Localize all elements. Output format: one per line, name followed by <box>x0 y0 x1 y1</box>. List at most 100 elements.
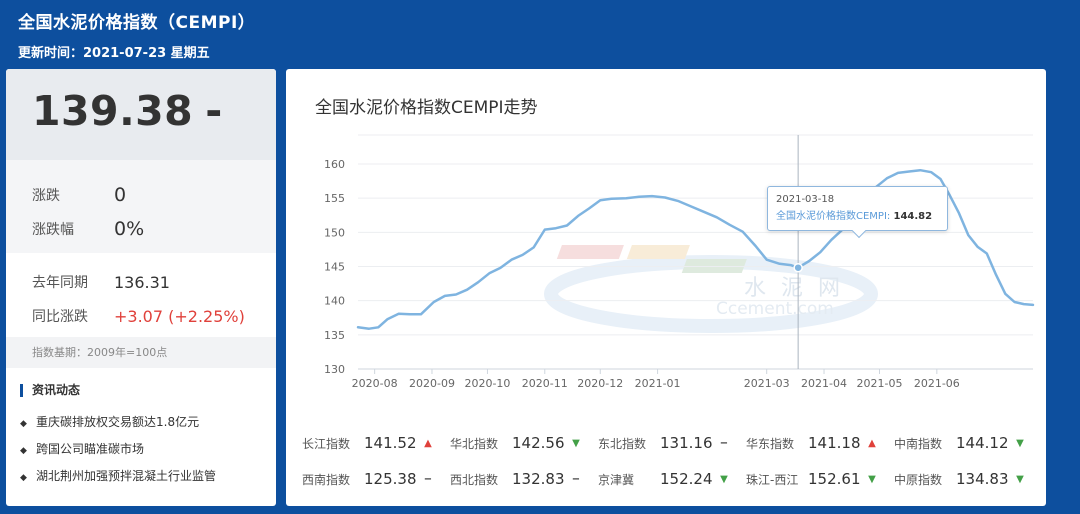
x-tick-label: 2021-06 <box>914 377 960 390</box>
region-value: 131.16 <box>660 434 713 452</box>
y-tick-label: 130 <box>324 363 345 376</box>
x-tick-label: 2021-01 <box>635 377 681 390</box>
chart-grid <box>358 134 1033 370</box>
hover-point[interactable] <box>793 262 803 273</box>
region-north[interactable]: 华北指数 142.56 ▼ <box>450 434 598 452</box>
tooltip-line: 全国水泥价格指数CEMPI: 144.82 <box>776 211 933 222</box>
news-list: ◆ 重庆碳排放权交易额达1.8亿元 ◆ 跨国公司瞄准碳市场 ◆ 湖北荆州加强预拌混凝土… <box>20 409 276 490</box>
base-note: 指数基期：2009年=100点 <box>6 337 276 368</box>
line-chart[interactable]: 水 泥 网 Ccement.com 130135140145150155160 … <box>286 69 1046 425</box>
trend-icon: − <box>423 473 433 485</box>
watermark-logo: 水 泥 网 Ccement.com <box>544 245 878 333</box>
news-item[interactable]: ◆ 湖北荆州加强预拌混凝土行业监管 <box>20 463 276 490</box>
region-northeast[interactable]: 东北指数 131.16− <box>598 434 746 452</box>
x-tick-label: 2021-03 <box>744 377 790 390</box>
region-central-south[interactable]: 中南指数 144.12 ▼ <box>894 434 1042 452</box>
region-value: 152.61 <box>808 470 861 488</box>
change-row: 涨跌 0 <box>6 178 276 212</box>
trend-icon: ▼ <box>1016 473 1024 485</box>
region-name: 西南指数 <box>302 472 351 487</box>
trend-icon: ▼ <box>720 473 728 485</box>
regional-row: 西南指数 125.38− 西北指数 132.83− 京津冀 152.24 ▼ 珠江-西江… <box>302 461 1042 497</box>
region-central-plains[interactable]: 中原指数 134.83 ▼ <box>894 470 1042 488</box>
current-index: 139.38- <box>32 87 276 135</box>
change-pct-label: 涨跌幅 <box>32 222 74 238</box>
yoy-box: 去年同期 136.31 同比涨跌 +3.07 (+2.25%) <box>6 253 276 337</box>
news-item-text: 跨国公司瞄准碳市场 <box>36 442 145 456</box>
region-value: 152.24 <box>660 470 713 488</box>
region-pearl-xijiang[interactable]: 珠江-西江 152.61 ▼ <box>746 470 894 488</box>
last-year-label: 去年同期 <box>32 275 88 291</box>
region-value: 134.83 <box>956 470 1009 488</box>
page-header: 全国水泥价格指数（CEMPI） 更新时间：2021-07-23 星期五 <box>18 8 255 61</box>
trend-icon: − <box>719 437 729 449</box>
trend-icon: ▼ <box>572 437 580 449</box>
change-value: 0 <box>114 184 127 206</box>
chart-tooltip: 2021-03-18 全国水泥价格指数CEMPI: 144.82 <box>767 186 948 231</box>
region-name: 长江指数 <box>302 436 351 451</box>
x-tick-label: 2021-04 <box>801 377 847 390</box>
y-tick-label: 155 <box>324 192 345 205</box>
trend-icon: ▼ <box>868 473 876 485</box>
summary-panel: 139.38- 涨跌 0 涨跌幅 0% 去年同期 136.31 同比涨跌 +3.… <box>6 69 276 506</box>
trend-icon: ▲ <box>424 437 432 449</box>
x-axis: 2020-08 2020-09 2020-10 2020-11 2020-12 2021-… <box>352 368 1033 390</box>
yoy-pct: (+2.25%) <box>168 306 245 326</box>
last-year-value: 136.31 <box>114 272 170 292</box>
yoy-value-group: +3.07 (+2.25%) <box>114 307 245 326</box>
region-value: 141.52 <box>364 434 417 452</box>
change-pct-value: 0% <box>114 218 145 240</box>
last-year-row: 去年同期 136.31 <box>6 265 276 299</box>
diamond-bullet-icon: ◆ <box>20 446 27 456</box>
tooltip-date: 2021-03-18 <box>776 194 835 205</box>
diamond-bullet-icon: ◆ <box>20 473 27 483</box>
watermark-cn: 水 泥 网 <box>744 276 844 301</box>
region-name: 东北指数 <box>598 436 647 451</box>
trend-icon: − <box>571 473 581 485</box>
flat-indicator: - <box>205 87 223 135</box>
news-section: 资讯动态 ◆ 重庆碳排放权交易额达1.8亿元 ◆ 跨国公司瞄准碳市场 ◆ 湖北荆州加强… <box>6 368 276 490</box>
region-name: 京津冀 <box>598 472 635 487</box>
yoy-label: 同比涨跌 <box>32 309 88 325</box>
price-box: 139.38- <box>6 69 276 160</box>
x-tick-label: 2020-09 <box>409 377 455 390</box>
page-title: 全国水泥价格指数（CEMPI） <box>18 13 256 33</box>
y-tick-label: 145 <box>324 261 345 274</box>
y-tick-label: 150 <box>324 226 345 239</box>
region-jingjinji[interactable]: 京津冀 152.24 ▼ <box>598 470 746 488</box>
y-tick-label: 140 <box>324 295 345 308</box>
yoy-row: 同比涨跌 +3.07 (+2.25%) <box>6 299 276 333</box>
y-tick-label: 160 <box>324 158 345 171</box>
news-item[interactable]: ◆ 重庆碳排放权交易额达1.8亿元 <box>20 409 276 436</box>
region-southwest[interactable]: 西南指数 125.38− <box>302 470 450 488</box>
yoy-value: +3.07 <box>114 306 164 326</box>
regional-row: 长江指数 141.52 ▲ 华北指数 142.56 ▼ 东北指数 131.16− 华东指数… <box>302 425 1042 461</box>
news-title: 资讯动态 <box>20 384 276 397</box>
region-name: 华北指数 <box>450 436 499 451</box>
region-east[interactable]: 华东指数 141.18 ▲ <box>746 434 894 452</box>
region-yangtze[interactable]: 长江指数 141.52 ▲ <box>302 434 450 452</box>
news-item-text: 重庆碳排放权交易额达1.8亿元 <box>36 415 200 429</box>
trend-icon: ▲ <box>868 437 876 449</box>
y-tick-label: 135 <box>324 329 345 342</box>
x-tick-label: 2020-10 <box>464 377 510 390</box>
diamond-bullet-icon: ◆ <box>20 419 27 429</box>
news-item-text: 湖北荆州加强预拌混凝土行业监管 <box>36 469 217 483</box>
region-name: 珠江-西江 <box>746 472 799 487</box>
x-tick-label: 2021-05 <box>857 377 903 390</box>
y-axis: 130 135 140 145 150 155 160 <box>324 158 345 376</box>
regional-index-grid: 长江指数 141.52 ▲ 华北指数 142.56 ▼ 东北指数 131.16− 华东指数… <box>302 425 1042 497</box>
region-value: 142.56 <box>512 434 565 452</box>
x-tick-label: 2020-11 <box>522 377 568 390</box>
region-name: 中南指数 <box>894 436 943 451</box>
trend-icon: ▼ <box>1016 437 1024 449</box>
change-pct-row: 涨跌幅 0% <box>6 212 276 246</box>
tooltip-label: 全国水泥价格指数CEMPI <box>776 211 887 222</box>
region-value: 132.83 <box>512 470 565 488</box>
news-item[interactable]: ◆ 跨国公司瞄准碳市场 <box>20 436 276 463</box>
region-northwest[interactable]: 西北指数 132.83− <box>450 470 598 488</box>
change-box: 涨跌 0 涨跌幅 0% <box>6 160 276 253</box>
watermark-en: Ccement.com <box>716 299 834 319</box>
x-tick-label: 2020-12 <box>577 377 623 390</box>
region-value: 144.12 <box>956 434 1009 452</box>
